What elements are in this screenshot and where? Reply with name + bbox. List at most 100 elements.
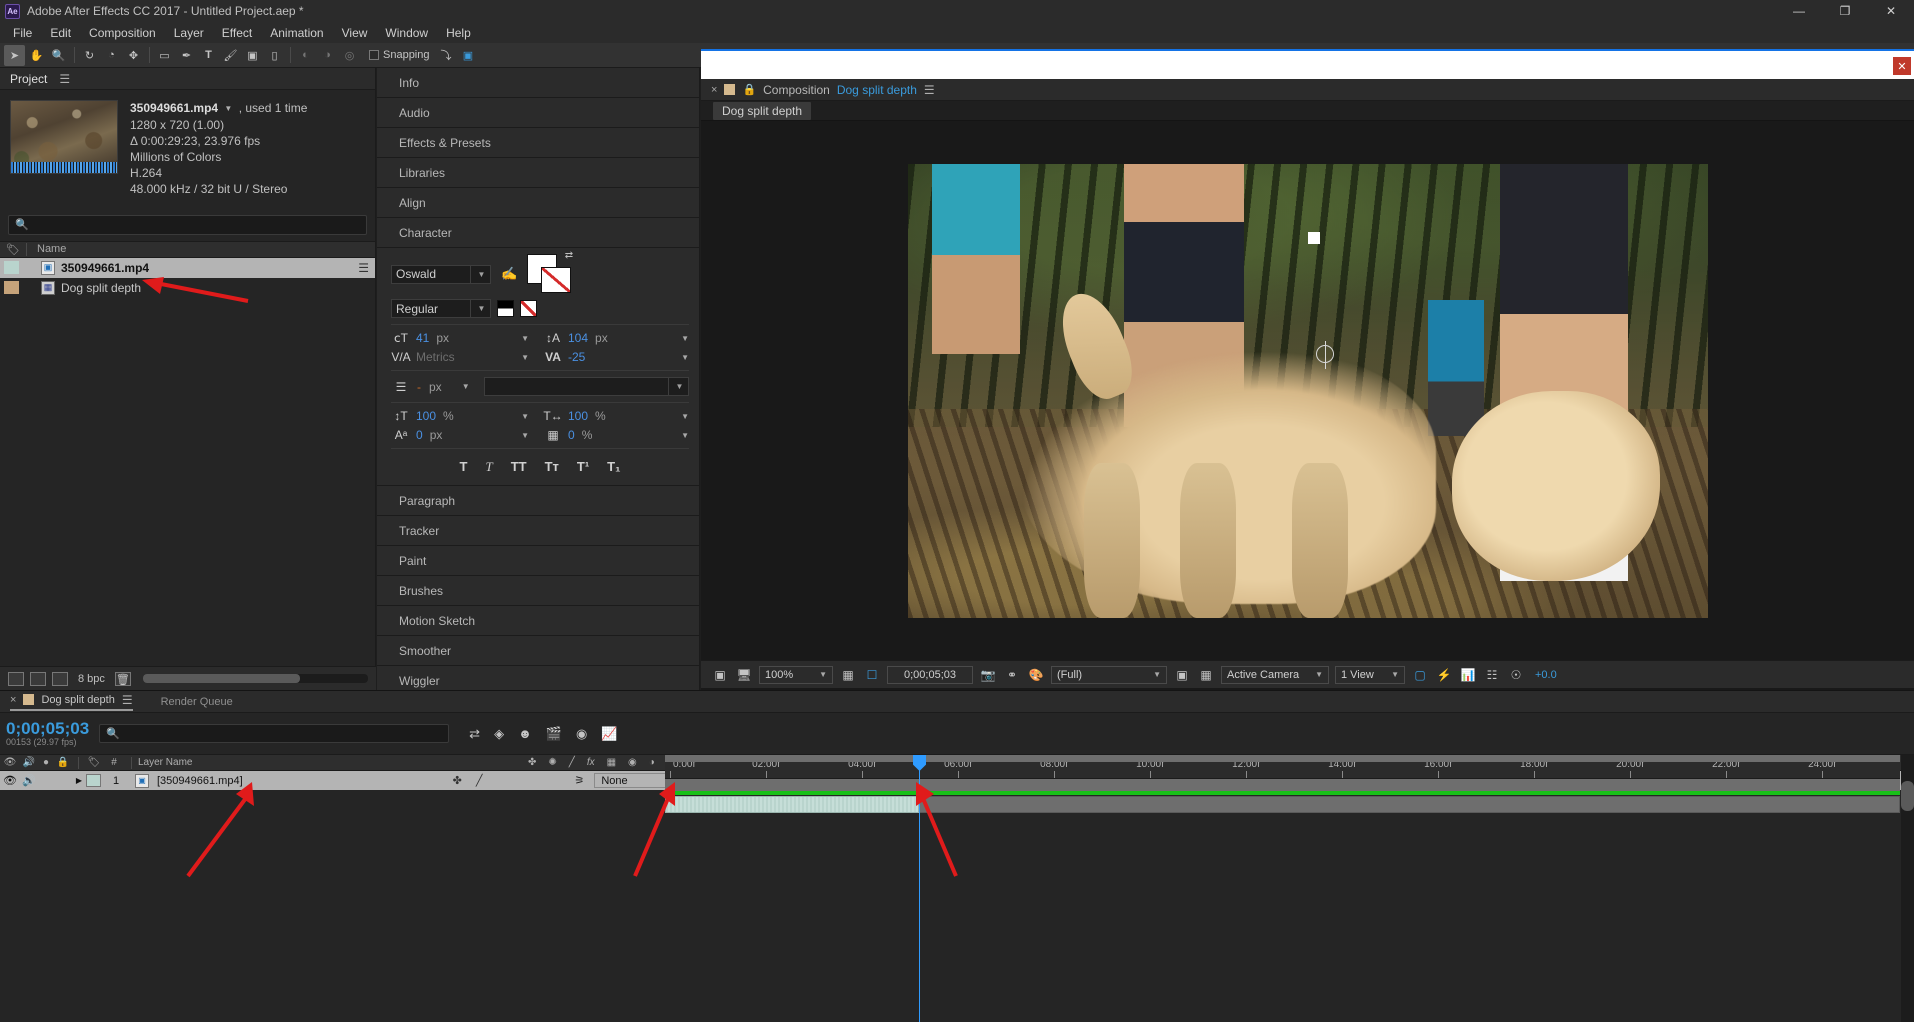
snapping-checkbox[interactable] (369, 50, 379, 60)
layer-parent-pickwhip-icon[interactable]: ⚞ (574, 774, 584, 787)
frame-blending-icon[interactable]: 🎬 (546, 726, 562, 742)
render-queue-tab[interactable]: Render Queue (161, 696, 233, 708)
eyedropper-icon[interactable]: ✍ (501, 266, 517, 282)
row-label-swatch[interactable] (4, 261, 19, 275)
subscript-button[interactable]: T₁ (607, 459, 620, 475)
timeline-playhead[interactable] (913, 755, 926, 1022)
layer-visibility-toggle[interactable]: 👁 (0, 774, 20, 787)
zoom-level-dropdown[interactable]: 100% ▼ (759, 665, 833, 684)
resolution-dropdown[interactable]: (Full) ▼ (1051, 665, 1167, 684)
panel-smoother[interactable]: Smoother (377, 636, 699, 666)
panel-audio[interactable]: Audio (377, 98, 699, 128)
delete-icon[interactable]: 🗑 (114, 671, 131, 686)
default-fill-stroke-icon[interactable] (497, 300, 514, 317)
tsume-dropdown-icon[interactable]: ▼ (681, 431, 689, 440)
target-select-icon[interactable]: ▣ (458, 45, 479, 66)
video-preview-frame[interactable] (907, 163, 1708, 618)
brush-tool-icon[interactable]: 🖌 (220, 45, 241, 66)
swap-fill-stroke-icon[interactable]: ⇄ (565, 250, 573, 261)
clone-stamp-tool-icon[interactable]: ▣ (242, 45, 263, 66)
fast-preview-icon[interactable]: ⚡ (1435, 668, 1453, 682)
timeline-menu-icon[interactable]: ☰ (122, 693, 133, 707)
tab-project[interactable]: Project (10, 72, 47, 86)
composition-viewer[interactable] (701, 121, 1914, 660)
panel-paint[interactable]: Paint (377, 546, 699, 576)
hide-shy-layers-icon[interactable]: ☻ (518, 726, 532, 742)
exposure-reset-icon[interactable]: ☉ (1507, 668, 1525, 682)
superscript-button[interactable]: T¹ (577, 459, 589, 475)
leading-field[interactable]: ↕A 104 px ▼ (543, 331, 689, 345)
vertical-scale-dropdown-icon[interactable]: ▼ (521, 412, 529, 421)
kerning-dropdown-icon[interactable]: ▼ (521, 353, 529, 362)
timeline-search-field[interactable]: 🔍 (99, 724, 450, 743)
small-caps-button[interactable]: Tᴛ (545, 459, 559, 475)
menu-view[interactable]: View (333, 24, 377, 42)
panel-info[interactable]: Info (377, 68, 699, 98)
panel-effects-presets[interactable]: Effects & Presets (377, 128, 699, 158)
font-family-dropdown[interactable]: Oswald ▼ (391, 264, 491, 284)
composition-name[interactable]: Dog split depth (837, 83, 917, 97)
rotation-tool-icon[interactable]: ↻ (79, 45, 100, 66)
layer-name[interactable]: [350949661.mp4] (157, 775, 243, 787)
font-style-dropdown[interactable]: Regular ▼ (391, 299, 491, 318)
selection-handle[interactable] (1307, 231, 1320, 244)
stroke-order-dropdown[interactable]: ▼ (483, 377, 689, 396)
panel-brushes[interactable]: Brushes (377, 576, 699, 606)
stroke-color-swatch[interactable] (541, 267, 572, 293)
project-horizontal-scrollbar[interactable] (142, 674, 368, 683)
footage-dropdown-icon[interactable]: ▼ (224, 101, 232, 117)
overlay-close-button[interactable]: ✕ (1893, 57, 1911, 75)
tsume-field[interactable]: ▦ 0 % ▼ (543, 428, 689, 442)
maximize-button[interactable]: ❐ (1822, 0, 1868, 22)
horizontal-scale-dropdown-icon[interactable]: ▼ (681, 412, 689, 421)
stroke-width-dropdown-icon[interactable]: ▼ (462, 382, 470, 391)
flowchart-icon[interactable]: ☷ (1483, 668, 1501, 682)
region-interest-toggle-icon[interactable]: ▣ (1173, 668, 1191, 682)
zoom-tool-icon[interactable]: 🔍 (48, 45, 69, 66)
kerning-field[interactable]: V/A Metrics ▼ (391, 350, 537, 364)
timeline-graph-icon[interactable]: 📊 (1459, 668, 1477, 682)
work-area-bar[interactable] (665, 755, 1900, 762)
draft-3d-icon[interactable]: ◈ (494, 726, 504, 742)
layer-expand-arrow[interactable]: ▶ (72, 776, 86, 785)
rectangle-tool-icon[interactable]: ▭ (154, 45, 175, 66)
tracking-dropdown-icon[interactable]: ▼ (681, 353, 689, 362)
bit-depth-label[interactable]: 8 bpc (74, 673, 109, 685)
menu-effect[interactable]: Effect (213, 24, 261, 42)
pen-tool-icon[interactable]: ✒ (176, 45, 197, 66)
layer-audio-toggle[interactable]: 🔊 (20, 774, 38, 787)
pan-behind-tool-icon[interactable]: ✥ (123, 45, 144, 66)
menu-window[interactable]: Window (376, 24, 437, 42)
show-snapshot-icon[interactable]: ⚭ (1003, 668, 1021, 682)
panel-align[interactable]: Align (377, 188, 699, 218)
close-window-button[interactable]: ✕ (1868, 0, 1914, 22)
new-composition-icon[interactable] (30, 671, 46, 686)
tracking-field[interactable]: VA -25 ▼ (543, 350, 689, 364)
snapping-toggle[interactable]: Snapping (369, 49, 430, 61)
hand-tool-icon[interactable]: ✋ (26, 45, 47, 66)
menu-file[interactable]: File (4, 24, 41, 42)
always-preview-icon[interactable]: ▣ (711, 668, 729, 682)
layer-clip-remainder[interactable] (919, 796, 1900, 813)
selection-tool-icon[interactable]: ➤ (4, 44, 25, 66)
share-view-icon[interactable]: ▢ (1411, 668, 1429, 682)
timeline-search-input[interactable] (123, 727, 443, 740)
composition-menu-icon[interactable]: ☰ (924, 83, 935, 97)
project-search-field[interactable]: 🔍 (8, 214, 367, 235)
type-tool-icon[interactable]: T (198, 45, 219, 66)
project-row-footage[interactable]: ▣ 350949661.mp4 ☰ (0, 257, 375, 278)
menu-help[interactable]: Help (437, 24, 480, 42)
panel-libraries[interactable]: Libraries (377, 158, 699, 188)
project-settings-icon[interactable] (52, 671, 68, 686)
channel-rgb-icon[interactable]: 🎨 (1027, 668, 1045, 682)
baseline-shift-dropdown-icon[interactable]: ▼ (521, 431, 529, 440)
motion-blur-icon[interactable]: ◉ (576, 726, 587, 742)
menu-animation[interactable]: Animation (261, 24, 332, 42)
eraser-tool-icon[interactable]: ▯ (264, 45, 285, 66)
close-tab-icon[interactable]: × (10, 694, 16, 706)
faux-bold-button[interactable]: T (460, 459, 468, 475)
column-layer-name-header[interactable]: Layer Name (138, 757, 318, 768)
project-search-input[interactable] (32, 218, 360, 231)
transparency-grid-icon[interactable]: ▦ (1197, 668, 1215, 682)
refine-edge-tool-icon[interactable]: ◑ (317, 45, 338, 66)
